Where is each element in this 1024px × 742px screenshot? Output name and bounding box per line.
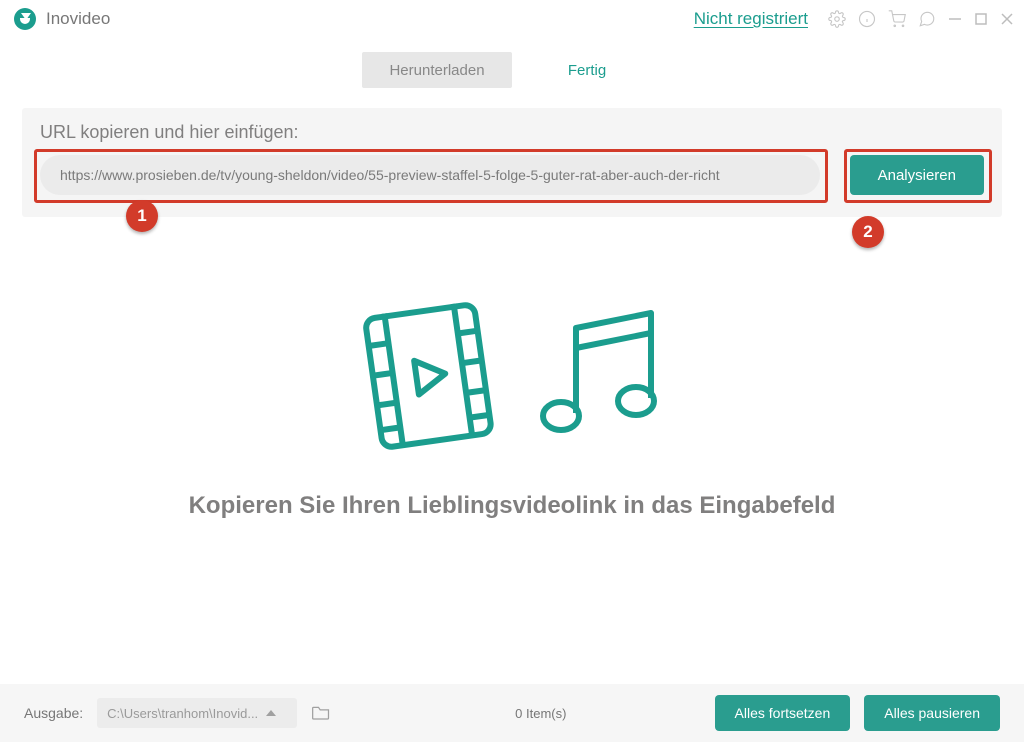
settings-icon[interactable] xyxy=(828,10,846,28)
url-label: URL kopieren und hier einfügen: xyxy=(40,122,984,143)
app-logo-icon xyxy=(14,8,36,30)
url-panel: URL kopieren und hier einfügen: Analysie… xyxy=(22,108,1002,217)
header-right: Nicht registriert xyxy=(694,9,1014,29)
tab-download[interactable]: Herunterladen xyxy=(362,52,512,88)
music-note-icon xyxy=(531,298,671,453)
tab-done[interactable]: Fertig xyxy=(512,52,662,88)
not-registered-link[interactable]: Nicht registriert xyxy=(694,9,808,29)
illustration xyxy=(353,293,671,458)
title-bar: Inovideo Nicht registriert xyxy=(0,0,1024,38)
chat-icon[interactable] xyxy=(918,10,936,28)
step-badge-1: 1 xyxy=(126,200,158,232)
cart-icon[interactable] xyxy=(888,10,906,28)
center-area: Kopieren Sie Ihren Lieblingsvideolink in… xyxy=(0,217,1024,684)
app-title: Inovideo xyxy=(46,9,110,29)
tabs: Herunterladen Fertig xyxy=(0,52,1024,88)
chevron-up-icon xyxy=(266,710,276,716)
minimize-icon[interactable] xyxy=(948,12,962,26)
center-instruction: Kopieren Sie Ihren Lieblingsvideolink in… xyxy=(189,492,836,520)
url-input[interactable] xyxy=(40,155,820,195)
items-count: 0 Item(s) xyxy=(515,706,566,721)
app-window: Inovideo Nicht registriert xyxy=(0,0,1024,742)
output-path-selector[interactable]: C:\Users\tranhom\Inovid... xyxy=(97,698,297,728)
film-icon xyxy=(353,293,503,458)
info-icon[interactable] xyxy=(858,10,876,28)
pause-all-button[interactable]: Alles pausieren xyxy=(864,695,1000,731)
close-icon[interactable] xyxy=(1000,12,1014,26)
maximize-icon[interactable] xyxy=(974,12,988,26)
url-input-container xyxy=(40,155,820,195)
footer-bar: Ausgabe: C:\Users\tranhom\Inovid... 0 It… xyxy=(0,684,1024,742)
step-badge-2: 2 xyxy=(852,216,884,248)
resume-all-button[interactable]: Alles fortsetzen xyxy=(715,695,851,731)
output-label: Ausgabe: xyxy=(24,705,83,721)
open-folder-icon[interactable] xyxy=(311,704,331,722)
analyze-container: Analysieren xyxy=(850,155,984,195)
output-path-text: C:\Users\tranhom\Inovid... xyxy=(107,706,258,721)
url-row: Analysieren xyxy=(40,155,984,195)
analyze-button[interactable]: Analysieren xyxy=(850,155,984,195)
